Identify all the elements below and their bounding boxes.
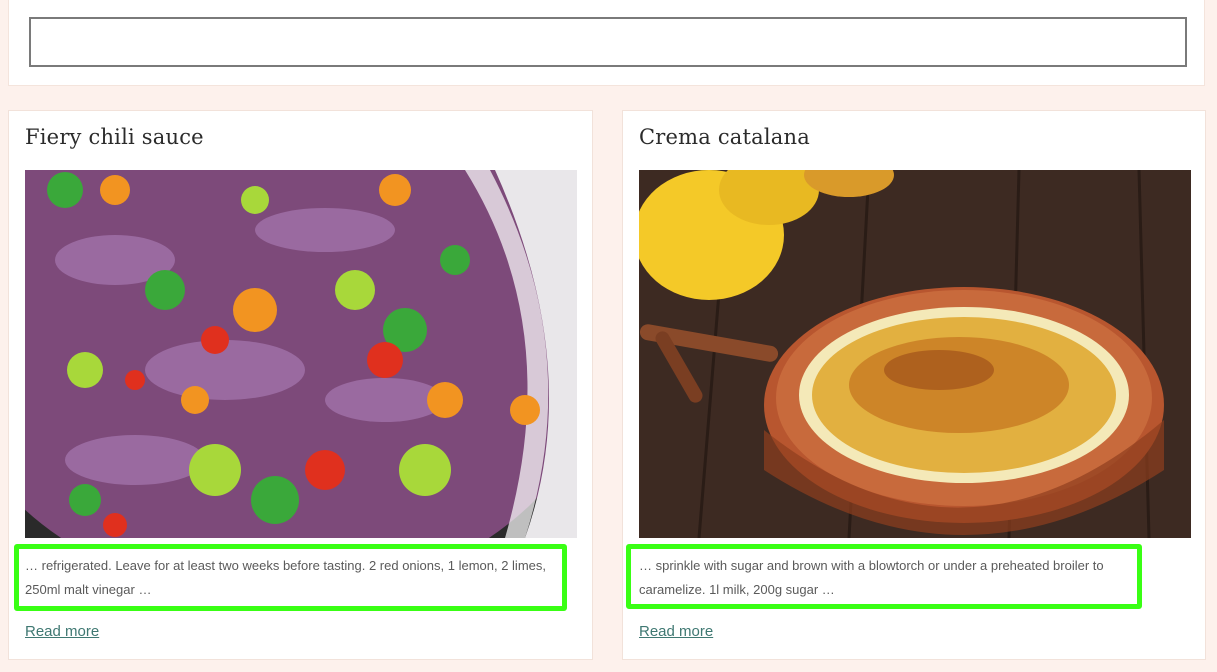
card-image[interactable] <box>639 170 1191 538</box>
card-title: Crema catalana <box>639 125 810 149</box>
recipe-card: Fiery chili sauce … refrigerated. Leave … <box>8 110 593 660</box>
card-excerpt: … sprinkle with sugar and brown with a b… <box>639 558 1104 597</box>
recipe-card: Crema catalana … sprinkle with sugar and <box>622 110 1206 660</box>
search-input[interactable] <box>29 17 1187 67</box>
card-title: Fiery chili sauce <box>25 125 204 149</box>
read-more-link[interactable]: Read more <box>639 623 713 640</box>
search-panel <box>8 0 1205 86</box>
card-excerpt: … refrigerated. Leave for at least two w… <box>25 558 546 597</box>
card-image[interactable] <box>25 170 577 538</box>
read-more-link[interactable]: Read more <box>25 623 99 640</box>
